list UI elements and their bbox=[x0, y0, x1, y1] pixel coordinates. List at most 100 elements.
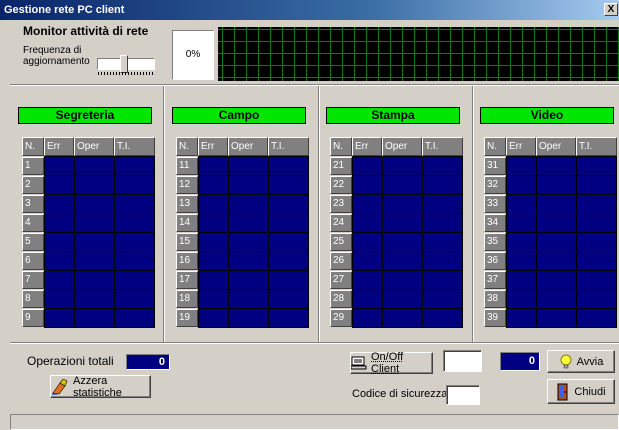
client-grid: N. Err Oper T.I. 1 2 3 4 5 6 7 8 9 bbox=[22, 137, 155, 328]
activity-percent: 0% bbox=[172, 30, 214, 80]
column-header-n[interactable]: N. bbox=[176, 137, 198, 156]
close-icon: X bbox=[607, 4, 615, 15]
grid-line bbox=[45, 289, 154, 290]
row-number[interactable]: 9 bbox=[22, 309, 44, 327]
row-number[interactable]: 1 bbox=[22, 157, 44, 175]
row-number[interactable]: 35 bbox=[484, 233, 506, 251]
divider bbox=[10, 84, 619, 86]
client-cells[interactable] bbox=[44, 156, 155, 328]
grid-line bbox=[199, 194, 308, 195]
row-number[interactable]: 5 bbox=[22, 233, 44, 251]
column-header-ti[interactable]: T.I. bbox=[422, 137, 463, 156]
column-header-ti[interactable]: T.I. bbox=[114, 137, 155, 156]
grid-line bbox=[536, 157, 537, 327]
column-header-ti[interactable]: T.I. bbox=[268, 137, 309, 156]
column-header-n[interactable]: N. bbox=[484, 137, 506, 156]
row-number[interactable]: 15 bbox=[176, 233, 198, 251]
row-number[interactable]: 37 bbox=[484, 271, 506, 289]
grid-line bbox=[199, 289, 308, 290]
row-number[interactable]: 38 bbox=[484, 290, 506, 308]
row-number[interactable]: 25 bbox=[330, 233, 352, 251]
row-number[interactable]: 31 bbox=[484, 157, 506, 175]
column-header-err[interactable]: Err bbox=[198, 137, 228, 156]
grid-line bbox=[74, 157, 75, 327]
row-number[interactable]: 14 bbox=[176, 214, 198, 232]
row-number[interactable]: 32 bbox=[484, 176, 506, 194]
frequency-slider[interactable] bbox=[97, 55, 155, 77]
column-header-err[interactable]: Err bbox=[352, 137, 382, 156]
total-operations-label: Operazioni totali bbox=[27, 354, 114, 368]
row-number[interactable]: 11 bbox=[176, 157, 198, 175]
grid-line bbox=[353, 194, 462, 195]
row-number[interactable]: 19 bbox=[176, 309, 198, 327]
row-number[interactable]: 4 bbox=[22, 214, 44, 232]
frequency-label: Frequenza di aggiornamento bbox=[23, 45, 90, 67]
row-number[interactable]: 21 bbox=[330, 157, 352, 175]
grid-line bbox=[199, 213, 308, 214]
grid-line bbox=[507, 251, 616, 252]
column-header-n[interactable]: N. bbox=[22, 137, 44, 156]
grid-line bbox=[353, 213, 462, 214]
grid-line bbox=[382, 157, 383, 327]
column-header-oper[interactable]: Oper bbox=[382, 137, 422, 156]
row-number[interactable]: 8 bbox=[22, 290, 44, 308]
onoff-client-button[interactable]: On/Off Client bbox=[350, 351, 433, 375]
row-number[interactable]: 16 bbox=[176, 252, 198, 270]
row-number[interactable]: 27 bbox=[330, 271, 352, 289]
client-cells[interactable] bbox=[198, 156, 309, 328]
row-number[interactable]: 22 bbox=[330, 176, 352, 194]
row-number[interactable]: 26 bbox=[330, 252, 352, 270]
client-grid: N. Err Oper T.I. 31 32 33 34 35 36 37 38 39 bbox=[484, 137, 617, 328]
column-header-err[interactable]: Err bbox=[44, 137, 74, 156]
start-button[interactable]: Avvia bbox=[547, 350, 615, 373]
column-header-ti[interactable]: T.I. bbox=[576, 137, 617, 156]
client-input[interactable] bbox=[443, 350, 482, 372]
row-number[interactable]: 24 bbox=[330, 214, 352, 232]
grid-line bbox=[507, 213, 616, 214]
row-number[interactable]: 18 bbox=[176, 290, 198, 308]
row-number[interactable]: 33 bbox=[484, 195, 506, 213]
grid-line bbox=[353, 308, 462, 309]
row-number[interactable]: 29 bbox=[330, 309, 352, 327]
slider-thumb[interactable] bbox=[120, 55, 128, 73]
row-number[interactable]: 12 bbox=[176, 176, 198, 194]
row-number[interactable]: 39 bbox=[484, 309, 506, 327]
row-number[interactable]: 13 bbox=[176, 195, 198, 213]
client-cells[interactable] bbox=[506, 156, 617, 328]
client-grid: N. Err Oper T.I. 21 22 23 24 25 26 27 28 29 bbox=[330, 137, 463, 328]
security-code-input[interactable] bbox=[446, 385, 480, 405]
column-header-err[interactable]: Err bbox=[506, 137, 536, 156]
row-number[interactable]: 6 bbox=[22, 252, 44, 270]
grid-line bbox=[45, 194, 154, 195]
exit-door-icon bbox=[557, 383, 568, 400]
row-number[interactable]: 2 bbox=[22, 176, 44, 194]
grid-line bbox=[199, 308, 308, 309]
row-number[interactable]: 7 bbox=[22, 271, 44, 289]
row-number[interactable]: 36 bbox=[484, 252, 506, 270]
grid-line bbox=[353, 270, 462, 271]
reset-statistics-button[interactable]: Azzera statistiche bbox=[50, 375, 151, 399]
column-header-oper[interactable]: Oper bbox=[228, 137, 268, 156]
column-header-oper[interactable]: Oper bbox=[536, 137, 576, 156]
close-button[interactable]: Chiudi bbox=[547, 379, 615, 404]
monitor-title: Monitor attività di rete bbox=[23, 24, 149, 38]
panel-separator bbox=[318, 86, 320, 342]
row-number[interactable]: 23 bbox=[330, 195, 352, 213]
row-number[interactable]: 17 bbox=[176, 271, 198, 289]
row-number[interactable]: 3 bbox=[22, 195, 44, 213]
onoff-client-label: On/Off Client bbox=[371, 351, 404, 375]
client-counter: 0 bbox=[500, 352, 540, 371]
column-header-n[interactable]: N. bbox=[330, 137, 352, 156]
close-window-button[interactable]: X bbox=[604, 3, 618, 16]
row-number[interactable]: 34 bbox=[484, 214, 506, 232]
grid-line bbox=[45, 232, 154, 233]
eraser-icon bbox=[52, 378, 68, 395]
grid-line bbox=[45, 175, 154, 176]
client-cells[interactable] bbox=[352, 156, 463, 328]
row-number[interactable]: 28 bbox=[330, 290, 352, 308]
window-title: Gestione rete PC client bbox=[4, 4, 125, 16]
slider-ticks bbox=[98, 72, 154, 75]
grid-line bbox=[353, 289, 462, 290]
grid-line bbox=[45, 251, 154, 252]
column-header-oper[interactable]: Oper bbox=[74, 137, 114, 156]
